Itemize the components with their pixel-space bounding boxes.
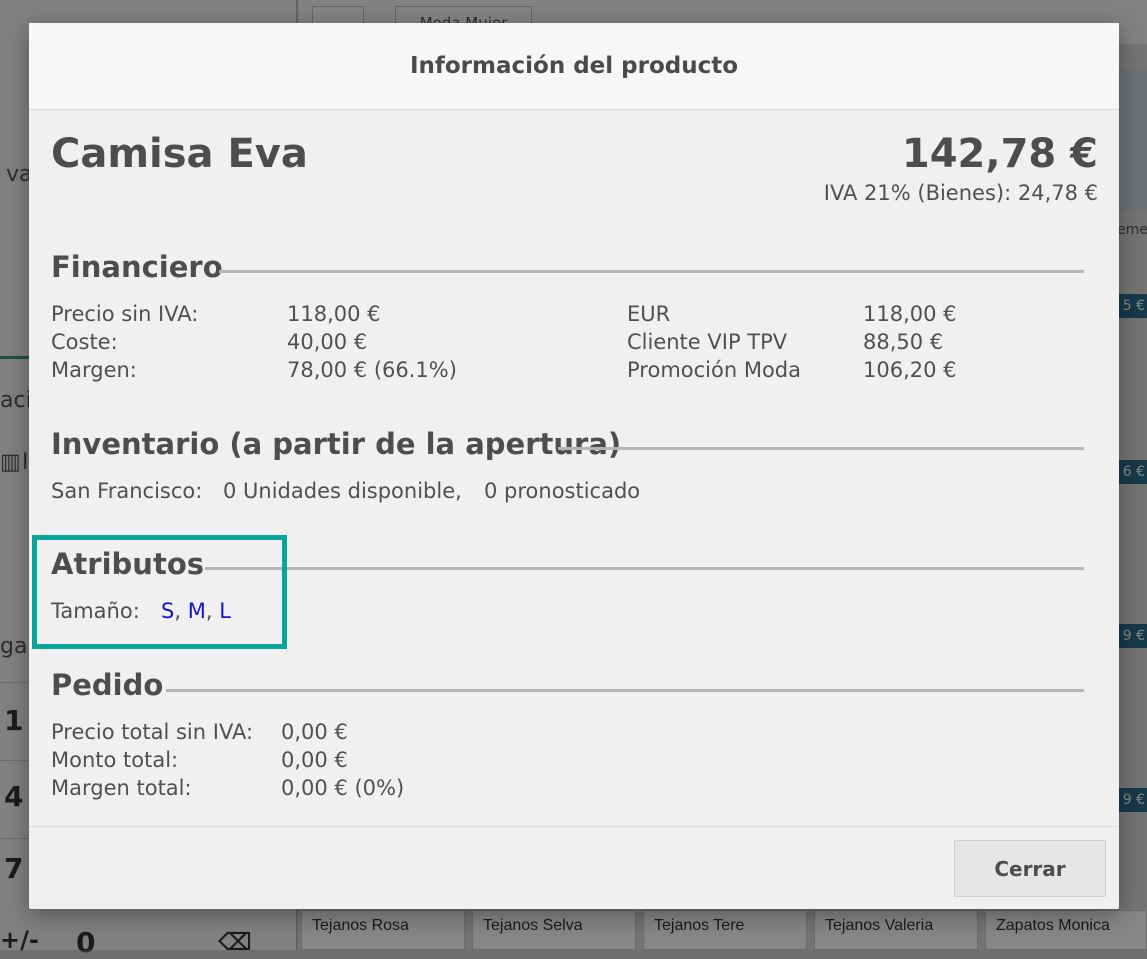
financial-section-title: Financiero: [51, 250, 223, 284]
financial-label-margin: Margen:: [51, 358, 137, 382]
order-section-title: Pedido: [51, 668, 164, 702]
inventory-section-title: Inventario (a partir de la apertura): [51, 427, 622, 461]
pricelist-label-promo: Promoción Moda: [627, 358, 801, 382]
dialog-title: Información del producto: [409, 53, 739, 79]
section-divider: [558, 447, 1084, 450]
inventory-forecast: 0 pronosticado: [484, 479, 641, 503]
inventory-available: 0 Unidades disponible,: [223, 479, 462, 503]
product-price: 142,78 €: [901, 131, 1098, 177]
order-label-margin: Margen total:: [51, 776, 192, 800]
section-divider: [166, 689, 1084, 692]
section-divider: [205, 567, 1084, 570]
product-tax: IVA 21% (Bienes): 24,78 €: [823, 181, 1098, 205]
pricelist-label-vip: Cliente VIP TPV: [627, 330, 788, 354]
attributes-highlight-box: [32, 535, 287, 649]
pricelist-value-promo: 106,20 €: [863, 358, 957, 382]
pricelist-value-vip: 88,50 €: [863, 330, 944, 354]
financial-label-price-no-tax: Precio sin IVA:: [51, 302, 199, 326]
product-name: Camisa Eva: [51, 131, 308, 177]
order-value-margin: 0,00 € (0%): [281, 776, 405, 800]
close-button[interactable]: Cerrar: [954, 840, 1106, 897]
dialog-header: Información del producto: [29, 23, 1119, 110]
order-label-total: Monto total:: [51, 748, 179, 772]
order-value-total: 0,00 €: [281, 748, 348, 772]
product-info-dialog: Información del producto Camisa Eva 142,…: [29, 23, 1119, 909]
financial-value-margin: 78,00 € (66.1%): [287, 358, 457, 382]
order-label-total-no-tax: Precio total sin IVA:: [51, 720, 254, 744]
section-divider: [219, 270, 1084, 273]
inventory-location: San Francisco:: [51, 479, 203, 503]
financial-value-cost: 40,00 €: [287, 330, 368, 354]
financial-label-cost: Coste:: [51, 330, 118, 354]
order-value-total-no-tax: 0,00 €: [281, 720, 348, 744]
pricelist-label-eur: EUR: [627, 302, 671, 326]
pricelist-value-eur: 118,00 €: [863, 302, 957, 326]
financial-value-price-no-tax: 118,00 €: [287, 302, 381, 326]
